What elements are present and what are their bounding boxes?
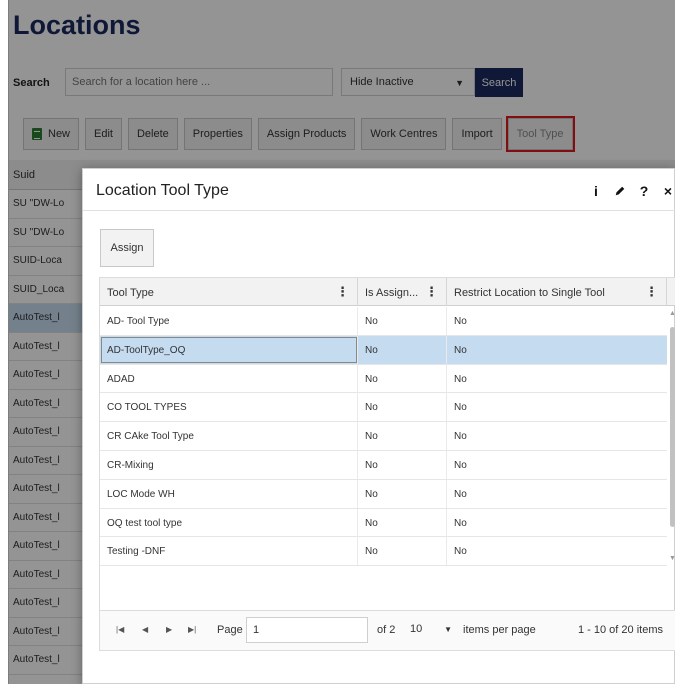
dialog-header: Location Tool Type i ? × <box>83 169 675 211</box>
cell-assigned: No <box>358 479 447 508</box>
cell-assigned: No <box>358 537 447 566</box>
scroll-up-icon[interactable]: ▲ <box>669 310 675 317</box>
cell-tool: AD-ToolType_OQ <box>100 335 358 364</box>
page-total: of 2 <box>377 624 396 636</box>
table-row[interactable]: OQ test tool type No No <box>100 508 667 538</box>
table-row[interactable]: LOC Mode WH No No <box>100 479 667 509</box>
help-icon[interactable]: ? <box>638 183 650 199</box>
assign-button[interactable]: Assign <box>100 229 154 267</box>
page-number-input[interactable]: 1 <box>246 617 368 643</box>
cell-assigned: No <box>358 508 447 537</box>
cell-restrict: No <box>454 517 467 529</box>
column-header-restrict-location[interactable]: Restrict Location to Single Tool ⋮ <box>447 278 667 306</box>
cell-assigned: No <box>358 450 447 479</box>
column-menu-icon[interactable]: ⋮ <box>425 284 438 300</box>
table-row[interactable]: CR-Mixing No No <box>100 450 667 480</box>
grid-scrollbar[interactable]: ▲ ▼ <box>667 307 675 565</box>
items-count: 1 - 10 of 20 items <box>578 624 663 636</box>
last-page-icon[interactable]: ▶| <box>188 625 196 634</box>
table-row[interactable]: ADAD No No <box>100 364 667 394</box>
cell-tool: CO TOOL TYPES <box>100 393 358 422</box>
close-icon[interactable]: × <box>662 183 674 199</box>
cell-restrict: No <box>454 459 467 471</box>
grid-pager: |◀ ◀ ▶ ▶| Page 1 of 2 10 ▼ items per pag… <box>99 611 675 651</box>
cell-restrict: No <box>454 316 467 327</box>
cell-tool: OQ test tool type <box>100 508 358 537</box>
page-size-value: 10 <box>410 623 423 635</box>
table-row[interactable]: Testing -DNF No No <box>100 537 667 567</box>
cell-tool: AD- Tool Type <box>100 307 358 335</box>
cell-restrict: No <box>454 488 467 500</box>
tool-type-grid: Tool Type ⋮ Is Assign... ⋮ Restrict Loca… <box>99 277 675 611</box>
cell-tool: CR-Mixing <box>100 450 358 479</box>
dialog-tools: i ? × <box>590 183 674 199</box>
cell-restrict: No <box>454 373 467 385</box>
prev-page-icon[interactable]: ◀ <box>142 625 148 634</box>
table-row[interactable]: AD- Tool Type No No <box>100 307 667 336</box>
column-header-label: Is Assign... <box>365 287 419 299</box>
cell-assigned: No <box>358 422 447 451</box>
column-header-tool-type[interactable]: Tool Type ⋮ <box>100 278 358 306</box>
column-header-is-assigned[interactable]: Is Assign... ⋮ <box>358 278 447 306</box>
scroll-down-icon[interactable]: ▼ <box>669 555 675 562</box>
table-row[interactable]: CO TOOL TYPES No No <box>100 393 667 423</box>
dialog-title: Location Tool Type <box>96 182 229 199</box>
cell-tool: LOC Mode WH <box>100 479 358 508</box>
first-page-icon[interactable]: |◀ <box>116 625 124 634</box>
grid-header: Tool Type ⋮ Is Assign... ⋮ Restrict Loca… <box>100 278 675 306</box>
cell-restrict: No <box>454 431 467 443</box>
cell-assigned: No <box>358 364 447 393</box>
column-header-label: Restrict Location to Single Tool <box>454 287 605 299</box>
page-label: Page <box>217 624 243 636</box>
column-header-label: Tool Type <box>107 287 154 299</box>
column-menu-icon[interactable]: ⋮ <box>645 284 658 300</box>
table-row[interactable]: CR CAke Tool Type No No <box>100 422 667 451</box>
cell-tool: Testing -DNF <box>100 537 358 566</box>
cell-restrict: No <box>454 546 467 558</box>
cell-restrict: No <box>454 402 467 414</box>
info-icon[interactable]: i <box>590 183 602 199</box>
cell-tool: CR CAke Tool Type <box>100 422 358 451</box>
items-per-page-label: items per page <box>463 624 536 636</box>
next-page-icon[interactable]: ▶ <box>166 625 172 634</box>
cell-tool: ADAD <box>100 364 358 393</box>
cell-assigned: No <box>358 335 447 364</box>
scrollbar-thumb[interactable] <box>670 327 675 527</box>
cell-restrict: No <box>454 344 467 356</box>
column-menu-icon[interactable]: ⋮ <box>336 284 349 300</box>
table-row[interactable]: AD-ToolType_OQ No No <box>100 335 667 365</box>
grid-body: AD- Tool Type No No AD-ToolType_OQ No No ADAD N… <box>100 307 667 567</box>
cell-assigned: No <box>358 307 447 335</box>
cell-assigned: No <box>358 393 447 422</box>
page-size-select[interactable]: 10 ▼ <box>406 617 456 643</box>
caret-down-icon: ▼ <box>444 625 452 634</box>
location-tool-type-dialog: Location Tool Type i ? × Assign Tool Typ… <box>82 168 675 684</box>
pencil-icon[interactable] <box>614 183 626 199</box>
